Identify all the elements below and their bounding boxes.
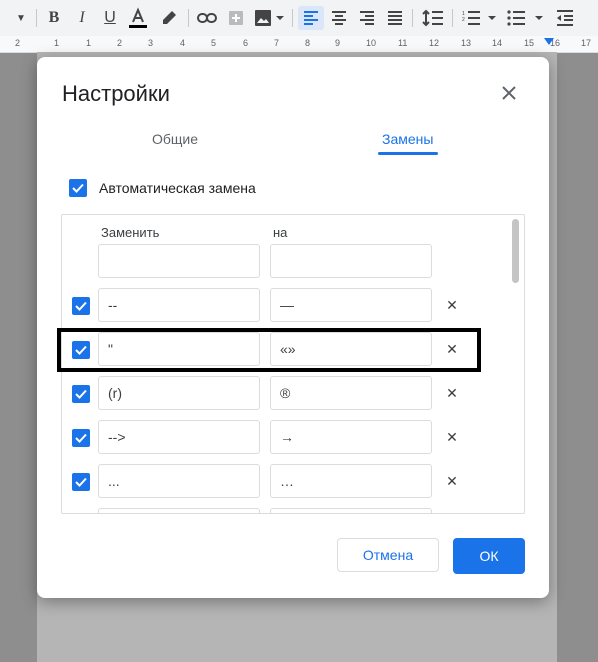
replace-input[interactable]: (r) bbox=[98, 376, 260, 410]
delete-row-icon[interactable]: ✕ bbox=[445, 297, 459, 313]
replace-input[interactable]: -- bbox=[98, 288, 260, 322]
toolbar-divider bbox=[188, 9, 189, 27]
ruler-number: 5 bbox=[211, 38, 217, 48]
dialog-title: Настройки bbox=[62, 81, 170, 106]
underline-icon[interactable]: U bbox=[100, 6, 120, 30]
close-icon[interactable] bbox=[497, 81, 521, 105]
auto-replace-label: Автоматическая замена bbox=[99, 180, 256, 196]
ruler-number: 13 bbox=[461, 38, 472, 48]
toolbar-divider bbox=[292, 9, 293, 27]
ruler-number: 2 bbox=[15, 38, 21, 48]
delete-row-icon[interactable]: ✕ bbox=[445, 473, 459, 489]
active-tab-indicator bbox=[378, 152, 438, 155]
ruler-number: 1 bbox=[86, 38, 92, 48]
with-input[interactable] bbox=[270, 508, 432, 513]
replace-input[interactable]: ... bbox=[98, 464, 260, 498]
replace-input[interactable] bbox=[98, 508, 260, 513]
with-input[interactable]: ® bbox=[270, 376, 432, 410]
decrease-indent-icon[interactable] bbox=[554, 6, 576, 30]
ruler-number: 3 bbox=[148, 38, 154, 48]
row-enable-checkbox[interactable] bbox=[72, 385, 90, 403]
checkmark-icon bbox=[75, 389, 87, 399]
checkmark-icon bbox=[75, 433, 87, 443]
numbered-list-icon[interactable]: 12 bbox=[460, 6, 500, 30]
column-header-replace: Заменить bbox=[101, 225, 160, 240]
ruler-number: 8 bbox=[305, 38, 311, 48]
italic-icon[interactable]: I bbox=[72, 6, 92, 30]
ruler-number: 17 bbox=[581, 38, 592, 48]
new-with-input[interactable] bbox=[270, 244, 432, 278]
toolbar-divider bbox=[36, 9, 37, 27]
ruler[interactable]: 2 1 1 2 3 4 5 6 7 8 9 10 11 12 13 14 15 … bbox=[0, 36, 598, 53]
tab-general[interactable]: Общие bbox=[152, 131, 198, 147]
delete-row-icon[interactable]: ✕ bbox=[445, 429, 459, 445]
ruler-number: 4 bbox=[180, 38, 186, 48]
new-replace-input[interactable] bbox=[98, 244, 260, 278]
ruler-number: 14 bbox=[492, 38, 503, 48]
ruler-number: 12 bbox=[429, 38, 440, 48]
with-input[interactable]: — bbox=[270, 288, 432, 322]
tab-substitutions[interactable]: Замены bbox=[382, 131, 433, 147]
delete-row-icon[interactable]: ✕ bbox=[445, 385, 459, 401]
ruler-number: 9 bbox=[335, 38, 341, 48]
with-input[interactable]: → bbox=[270, 420, 432, 454]
align-left-icon[interactable] bbox=[298, 6, 324, 30]
highlight-box bbox=[57, 328, 481, 372]
auto-replace-checkbox[interactable] bbox=[69, 179, 87, 197]
ruler-number: 6 bbox=[243, 38, 249, 48]
cancel-button[interactable]: Отмена bbox=[337, 538, 439, 572]
toolbar-divider bbox=[452, 9, 453, 27]
indent-marker-icon[interactable] bbox=[544, 38, 554, 45]
ruler-number: 1 bbox=[54, 38, 60, 48]
checkmark-icon bbox=[75, 301, 87, 311]
insert-image-icon[interactable] bbox=[254, 6, 286, 30]
replace-input[interactable]: --> bbox=[98, 420, 260, 454]
bulleted-list-icon[interactable] bbox=[506, 6, 548, 30]
ruler-number: 10 bbox=[366, 38, 377, 48]
checkmark-icon bbox=[75, 477, 87, 487]
toolbar-divider bbox=[412, 9, 413, 27]
link-icon[interactable] bbox=[196, 6, 218, 30]
ruler-number: 15 bbox=[524, 38, 535, 48]
ruler-number: 7 bbox=[274, 38, 280, 48]
bold-icon[interactable]: B bbox=[44, 6, 64, 30]
toolbar: ▼ B I U 12 bbox=[0, 0, 598, 37]
align-center-icon[interactable] bbox=[328, 6, 350, 30]
highlight-pen-icon[interactable] bbox=[158, 6, 180, 30]
add-comment-icon[interactable] bbox=[226, 6, 246, 30]
column-header-with: на bbox=[273, 225, 288, 240]
svg-text:2: 2 bbox=[462, 17, 465, 23]
ruler-number: 11 bbox=[398, 38, 408, 48]
text-color-icon[interactable] bbox=[126, 6, 150, 30]
ruler-number: 2 bbox=[117, 38, 123, 48]
line-spacing-icon[interactable] bbox=[420, 6, 446, 30]
align-right-icon[interactable] bbox=[356, 6, 378, 30]
row-enable-checkbox[interactable] bbox=[72, 297, 90, 315]
justify-icon[interactable] bbox=[384, 6, 406, 30]
row-enable-checkbox[interactable] bbox=[72, 429, 90, 447]
chevron-down-icon[interactable]: ▼ bbox=[14, 6, 28, 30]
scrollbar[interactable] bbox=[512, 219, 519, 283]
ok-button[interactable]: ОК bbox=[453, 538, 525, 574]
row-enable-checkbox[interactable] bbox=[72, 473, 90, 491]
checkmark-icon bbox=[72, 183, 84, 193]
with-input[interactable]: … bbox=[270, 464, 432, 498]
